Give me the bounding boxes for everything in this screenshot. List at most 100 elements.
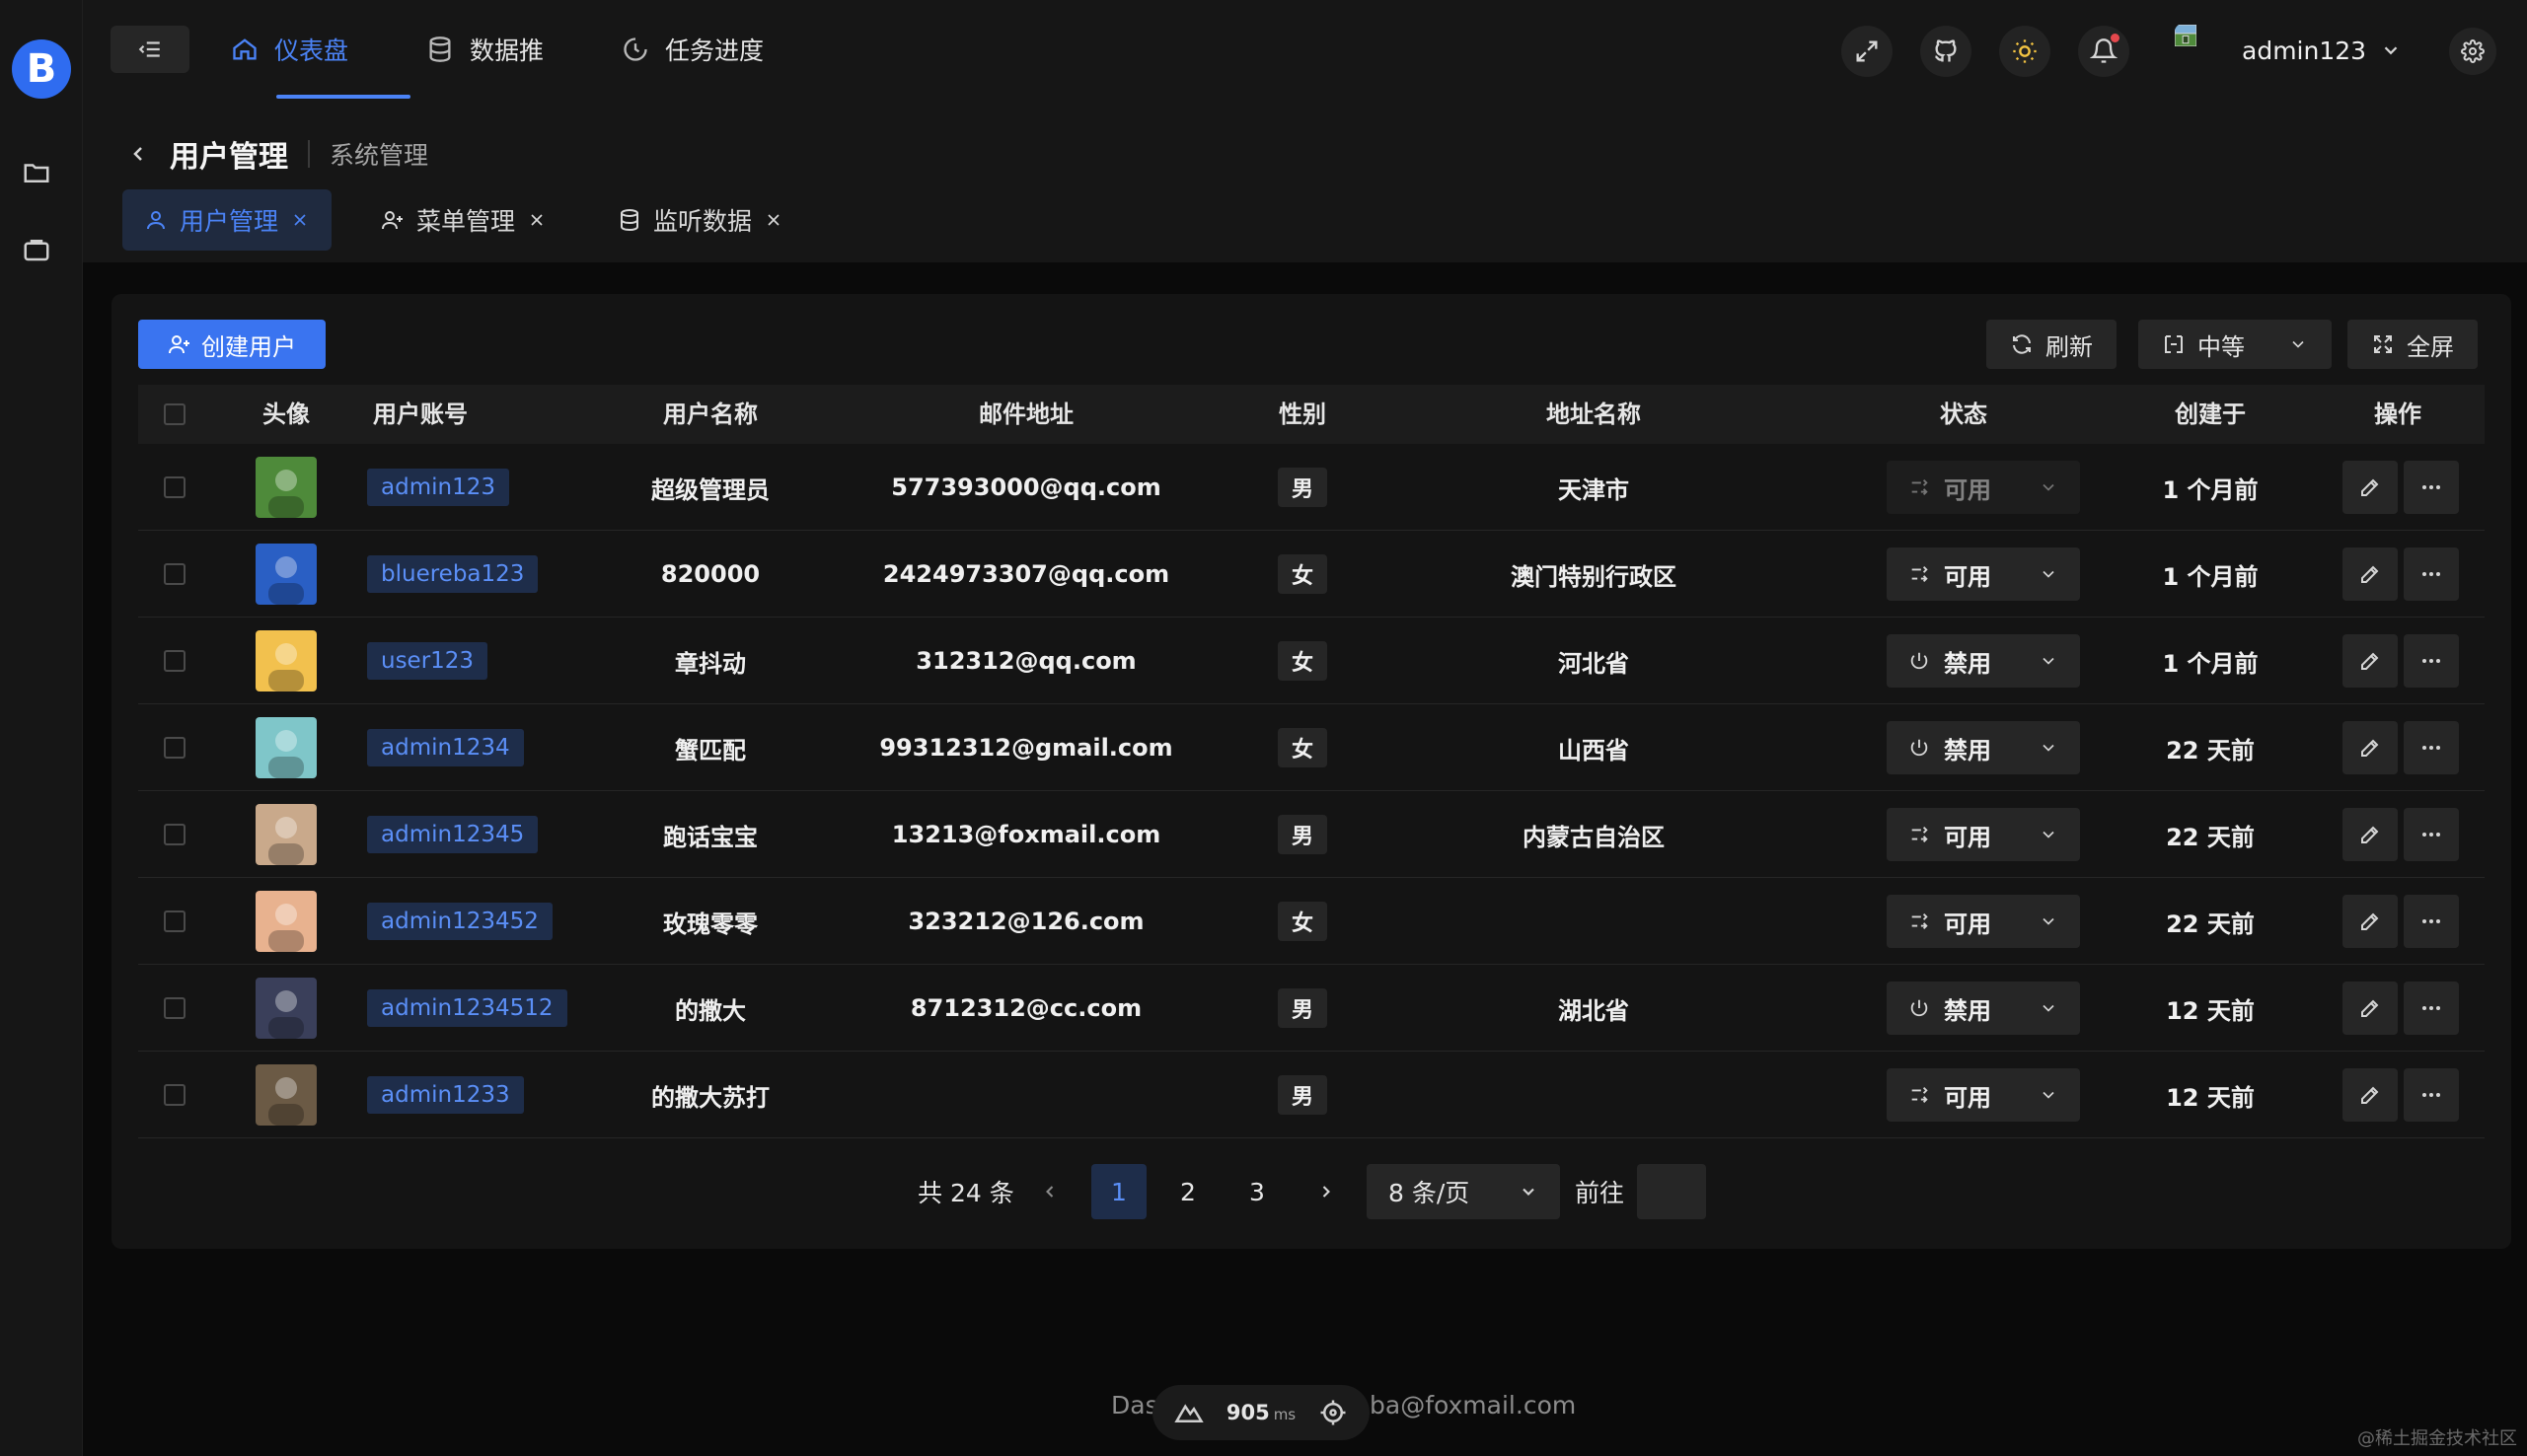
nav-data-push[interactable]: 数据推 bbox=[426, 0, 544, 99]
github-button[interactable] bbox=[1920, 26, 1971, 77]
target-icon[interactable] bbox=[1318, 1398, 1348, 1427]
density-select[interactable]: 中等 bbox=[2138, 320, 2332, 369]
edit-icon bbox=[2361, 1086, 2379, 1104]
expand-button[interactable] bbox=[1841, 26, 1893, 77]
status-select[interactable]: 可用 bbox=[1887, 1068, 2080, 1122]
account-cell: admin1233 bbox=[335, 1052, 632, 1138]
status-select[interactable]: 禁用 bbox=[1887, 721, 2080, 774]
status-select[interactable]: 可用 bbox=[1887, 895, 2080, 948]
account-tag[interactable]: bluereba123 bbox=[367, 555, 539, 593]
more-button[interactable] bbox=[2404, 982, 2459, 1035]
status-select[interactable]: 禁用 bbox=[1887, 634, 2080, 688]
close-icon[interactable] bbox=[527, 210, 547, 230]
select-all-checkbox[interactable] bbox=[164, 403, 186, 425]
status-select[interactable]: 禁用 bbox=[1887, 982, 2080, 1035]
status-cell: 可用 bbox=[1875, 878, 2092, 965]
status-select[interactable]: 可用 bbox=[1887, 461, 2080, 514]
page-2-button[interactable]: 2 bbox=[1160, 1164, 1216, 1219]
row-checkbox[interactable] bbox=[164, 997, 186, 1019]
account-tag[interactable]: admin1233 bbox=[367, 1076, 524, 1114]
account-tag[interactable]: admin12345 bbox=[367, 816, 539, 853]
sun-icon bbox=[2013, 39, 2037, 63]
col-username: 用户名称 bbox=[663, 400, 758, 428]
created-cell: 22 天前 bbox=[2166, 823, 2255, 851]
gender-cell: 男 bbox=[1253, 965, 1352, 1052]
breadcrumb-parent[interactable]: 系统管理 bbox=[330, 136, 428, 172]
status-select[interactable]: 可用 bbox=[1887, 547, 2080, 601]
row-checkbox[interactable] bbox=[164, 824, 186, 845]
account-cell: bluereba123 bbox=[335, 531, 632, 618]
more-dots-icon bbox=[2422, 833, 2440, 837]
status-label: 可用 bbox=[1944, 823, 1991, 851]
chevron-left-icon[interactable] bbox=[126, 142, 150, 166]
watermark: @稀土掘金技术社区 bbox=[2357, 1428, 2517, 1449]
briefcase-icon[interactable] bbox=[22, 235, 51, 264]
row-checkbox[interactable] bbox=[164, 1084, 186, 1106]
col-avatar: 头像 bbox=[262, 400, 310, 428]
refresh-button[interactable]: 刷新 bbox=[1986, 320, 2117, 369]
row-checkbox[interactable] bbox=[164, 476, 186, 498]
account-tag[interactable]: user123 bbox=[367, 642, 488, 680]
account-tag[interactable]: admin1234512 bbox=[367, 989, 567, 1027]
theme-toggle-button[interactable] bbox=[1999, 26, 2050, 77]
edit-button[interactable] bbox=[2342, 982, 2398, 1035]
status-select[interactable]: 可用 bbox=[1887, 808, 2080, 861]
settings-button[interactable] bbox=[2449, 28, 2496, 75]
account-tag[interactable]: admin1234 bbox=[367, 729, 524, 766]
more-button[interactable] bbox=[2404, 461, 2459, 514]
user-menu[interactable]: admin123 bbox=[2175, 24, 2402, 77]
power-icon bbox=[1910, 652, 1928, 670]
goto-page-input[interactable] bbox=[1637, 1164, 1706, 1219]
more-button[interactable] bbox=[2404, 634, 2459, 688]
close-icon[interactable] bbox=[764, 210, 783, 230]
row-checkbox[interactable] bbox=[164, 737, 186, 759]
email-cell: 2424973307@qq.com bbox=[882, 560, 1170, 588]
notifications-button[interactable] bbox=[2078, 26, 2129, 77]
edit-button[interactable] bbox=[2342, 721, 2398, 774]
row-checkbox[interactable] bbox=[164, 650, 186, 672]
table-header: 头像 用户账号 用户名称 邮件地址 性别 地址名称 状态 创建于 操作 bbox=[138, 385, 2485, 444]
create-user-button[interactable]: 创建用户 bbox=[138, 320, 326, 369]
edit-button[interactable] bbox=[2342, 1068, 2398, 1122]
account-cell: admin123 bbox=[335, 444, 632, 531]
more-button[interactable] bbox=[2404, 721, 2459, 774]
actions-cell bbox=[2327, 704, 2475, 791]
edit-button[interactable] bbox=[2342, 808, 2398, 861]
tab-user-management[interactable]: 用户管理 bbox=[122, 189, 333, 251]
edit-button[interactable] bbox=[2342, 895, 2398, 948]
fullscreen-label: 全屏 bbox=[2407, 332, 2454, 361]
avatar-cell bbox=[237, 791, 335, 878]
app-logo[interactable]: B bbox=[12, 39, 71, 99]
next-page-button[interactable] bbox=[1299, 1164, 1354, 1219]
nav-dashboard[interactable]: 仪表盘 bbox=[231, 0, 348, 99]
address-cell: 湖北省 bbox=[1558, 996, 1629, 1025]
more-button[interactable] bbox=[2404, 808, 2459, 861]
tab-menu-management[interactable]: 菜单管理 bbox=[359, 189, 568, 251]
chevron-down-icon bbox=[2292, 340, 2304, 348]
row-checkbox[interactable] bbox=[164, 910, 186, 932]
folder-icon[interactable] bbox=[22, 158, 51, 187]
account-tag[interactable]: admin123 bbox=[367, 469, 509, 506]
tab-listen-data[interactable]: 监听数据 bbox=[596, 189, 805, 251]
nav-task-progress[interactable]: 任务进度 bbox=[622, 0, 764, 99]
more-button[interactable] bbox=[2404, 1068, 2459, 1122]
edit-button[interactable] bbox=[2342, 547, 2398, 601]
collapse-menu-button[interactable] bbox=[111, 26, 189, 73]
prev-page-button[interactable] bbox=[1022, 1164, 1078, 1219]
account-tag[interactable]: admin123452 bbox=[367, 903, 553, 940]
row-checkbox[interactable] bbox=[164, 563, 186, 585]
expand-arrows-icon bbox=[1856, 40, 1878, 62]
edit-button[interactable] bbox=[2342, 461, 2398, 514]
more-button[interactable] bbox=[2404, 895, 2459, 948]
close-icon[interactable] bbox=[290, 210, 310, 230]
page-3-button[interactable]: 3 bbox=[1229, 1164, 1285, 1219]
mountain-logo-icon bbox=[1173, 1404, 1204, 1422]
fullscreen-button[interactable]: 全屏 bbox=[2347, 320, 2478, 369]
page-size-select[interactable]: 8 条/页 bbox=[1367, 1164, 1560, 1219]
more-dots-icon bbox=[2422, 485, 2440, 489]
edit-button[interactable] bbox=[2342, 634, 2398, 688]
page-1-button[interactable]: 1 bbox=[1091, 1164, 1147, 1219]
more-button[interactable] bbox=[2404, 547, 2459, 601]
col-gender: 性别 bbox=[1279, 400, 1326, 428]
created-cell: 1 个月前 bbox=[2162, 475, 2259, 504]
